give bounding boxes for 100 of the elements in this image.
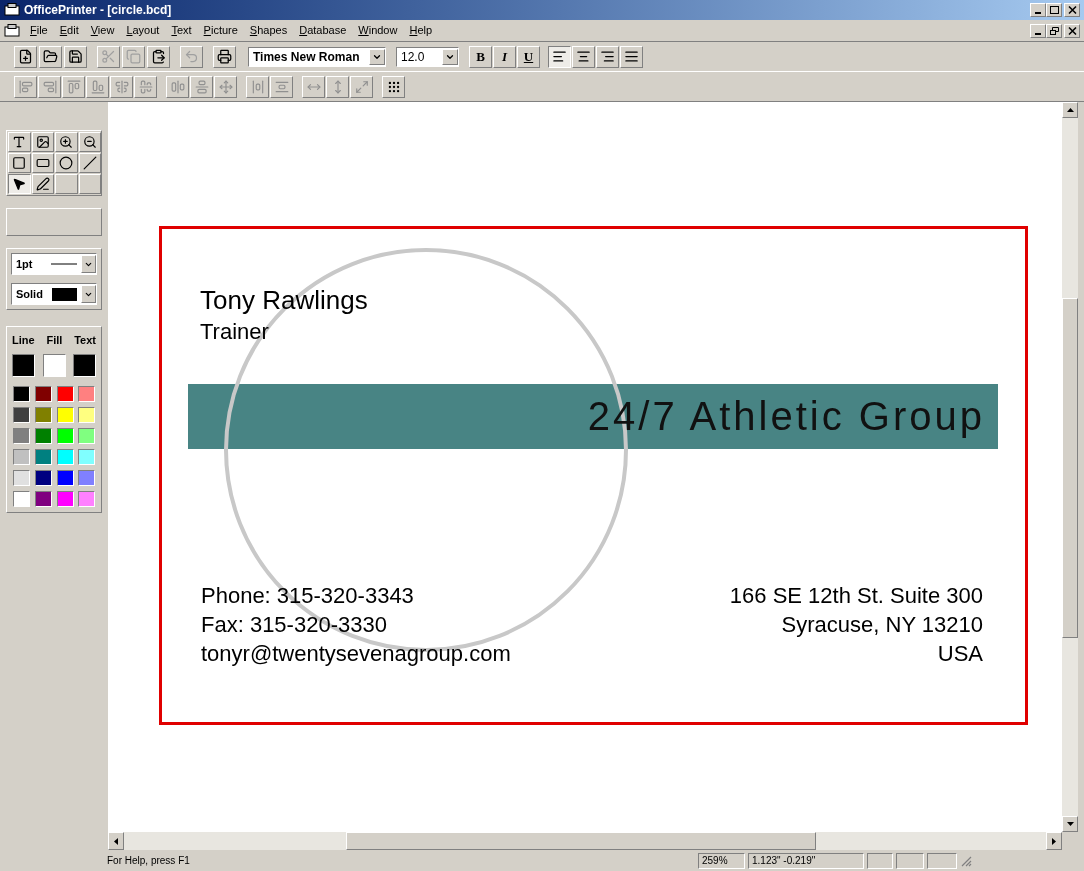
palette-swatch[interactable] bbox=[78, 469, 96, 486]
underline-button[interactable]: U bbox=[517, 45, 540, 68]
align-right-icon bbox=[600, 49, 615, 64]
palette-swatch[interactable] bbox=[78, 385, 96, 402]
zoom-level: 259% bbox=[698, 852, 745, 869]
palette-swatch[interactable] bbox=[34, 427, 52, 444]
rectangle-tool[interactable] bbox=[8, 153, 31, 173]
line-style-dropdown[interactable]: Solid bbox=[11, 283, 97, 305]
app-icon bbox=[4, 3, 20, 17]
palette-swatch[interactable] bbox=[56, 448, 74, 465]
maximize-button[interactable] bbox=[1046, 3, 1062, 17]
align-center-button[interactable] bbox=[572, 45, 595, 68]
up-arrow-icon bbox=[1066, 108, 1074, 112]
palette-swatch[interactable] bbox=[34, 469, 52, 486]
align-left-button[interactable] bbox=[548, 45, 571, 68]
menu-item[interactable]: Picture bbox=[197, 22, 244, 39]
palette-swatch[interactable] bbox=[78, 490, 96, 507]
scroll-left-button[interactable] bbox=[108, 832, 124, 850]
horizontal-scrollbar[interactable] bbox=[108, 832, 1062, 850]
palette-swatch[interactable] bbox=[78, 406, 96, 423]
document-icon bbox=[4, 23, 20, 38]
menu-item[interactable]: Help bbox=[403, 22, 439, 39]
text-tool-icon bbox=[12, 135, 27, 149]
palette-swatch[interactable] bbox=[13, 385, 30, 402]
palette-swatch[interactable] bbox=[13, 469, 30, 486]
menu-item[interactable]: File bbox=[24, 22, 54, 39]
menu-item[interactable]: Database bbox=[293, 22, 353, 39]
vertical-scrollbar[interactable] bbox=[1062, 102, 1078, 832]
menu-item[interactable]: Edit bbox=[53, 22, 85, 39]
palette-swatch[interactable] bbox=[34, 385, 52, 402]
menu-item[interactable]: View bbox=[84, 22, 121, 39]
left-arrow-icon bbox=[114, 837, 118, 845]
palette-swatch[interactable] bbox=[34, 448, 52, 465]
justify-button[interactable] bbox=[620, 45, 643, 68]
menu-item[interactable]: Window bbox=[352, 22, 404, 39]
line-width-dropdown[interactable]: 1pt bbox=[11, 253, 97, 275]
address-line: USA bbox=[937, 642, 983, 665]
current-color-swatch[interactable] bbox=[42, 353, 66, 377]
scroll-right-button[interactable] bbox=[1046, 832, 1062, 850]
palette-swatch[interactable] bbox=[34, 490, 52, 507]
contact-line: Fax: 315-320-3330 bbox=[201, 613, 388, 636]
close-button[interactable] bbox=[1064, 3, 1080, 17]
line-tool[interactable] bbox=[78, 153, 101, 173]
line-icon bbox=[82, 156, 97, 170]
palette-swatch[interactable] bbox=[13, 427, 30, 444]
image-tool[interactable] bbox=[31, 132, 54, 152]
line-sample-icon bbox=[51, 262, 77, 266]
palette-swatch[interactable] bbox=[56, 427, 74, 444]
font-size-dropdown[interactable]: 12.0 bbox=[396, 46, 459, 67]
scroll-thumb[interactable] bbox=[1062, 298, 1078, 638]
restore-button[interactable] bbox=[1046, 23, 1062, 38]
address-line: Syracuse, NY 13210 bbox=[781, 613, 983, 636]
palette-swatch[interactable] bbox=[34, 406, 52, 423]
palette-swatch[interactable] bbox=[56, 469, 74, 486]
palette-swatch[interactable] bbox=[56, 406, 74, 423]
palette-swatch[interactable] bbox=[13, 448, 30, 465]
palette-swatch[interactable] bbox=[56, 385, 74, 402]
rounded-rectangle-icon bbox=[35, 156, 50, 170]
rectangle-icon bbox=[12, 156, 27, 170]
freehand-tool[interactable] bbox=[31, 174, 54, 194]
scroll-down-button[interactable] bbox=[1062, 816, 1078, 832]
freehand-icon bbox=[35, 177, 50, 191]
menu-item[interactable]: Shapes bbox=[243, 22, 294, 39]
zoom-in-tool[interactable] bbox=[55, 132, 78, 152]
align-center-icon bbox=[576, 49, 591, 64]
zoom-in-icon bbox=[59, 135, 74, 149]
palette-swatch[interactable] bbox=[78, 448, 96, 465]
font-name-dropdown[interactable]: Times New Roman bbox=[248, 46, 386, 67]
contact-line: Phone: 315-320-3343 bbox=[201, 584, 415, 607]
status-pane bbox=[927, 852, 957, 869]
minimize-button[interactable] bbox=[1030, 23, 1046, 38]
minimize-icon bbox=[1035, 32, 1041, 35]
menu-item[interactable]: Text bbox=[165, 22, 198, 39]
align-right-button[interactable] bbox=[596, 45, 619, 68]
align-left-icon bbox=[552, 49, 567, 64]
close-button[interactable] bbox=[1064, 23, 1080, 38]
palette-swatch[interactable] bbox=[13, 490, 30, 507]
close-icon bbox=[1067, 26, 1077, 35]
zoom-out-icon bbox=[82, 135, 97, 149]
style-swatch bbox=[52, 287, 77, 301]
italic-button[interactable]: I bbox=[493, 45, 516, 68]
current-color-swatch[interactable] bbox=[73, 353, 96, 377]
menu-item[interactable]: Layout bbox=[120, 22, 166, 39]
zoom-out-tool[interactable] bbox=[78, 132, 101, 152]
bold-button[interactable]: B bbox=[469, 45, 492, 68]
pointer-tool[interactable] bbox=[8, 174, 31, 194]
justify-icon bbox=[624, 49, 639, 64]
ellipse-tool[interactable] bbox=[55, 153, 78, 173]
current-color-swatch[interactable] bbox=[12, 353, 35, 377]
status-help-text: For Help, press F1 bbox=[106, 854, 191, 868]
pointer-icon bbox=[12, 177, 27, 191]
minimize-button[interactable] bbox=[1030, 3, 1046, 17]
scroll-thumb[interactable] bbox=[346, 832, 816, 850]
text-tool-tool[interactable] bbox=[8, 132, 31, 152]
down-arrow-icon bbox=[1066, 822, 1074, 826]
rounded-rectangle-tool[interactable] bbox=[31, 153, 54, 173]
palette-swatch[interactable] bbox=[56, 490, 74, 507]
palette-swatch[interactable] bbox=[78, 427, 96, 444]
scroll-up-button[interactable] bbox=[1062, 102, 1078, 118]
palette-swatch[interactable] bbox=[13, 406, 30, 423]
